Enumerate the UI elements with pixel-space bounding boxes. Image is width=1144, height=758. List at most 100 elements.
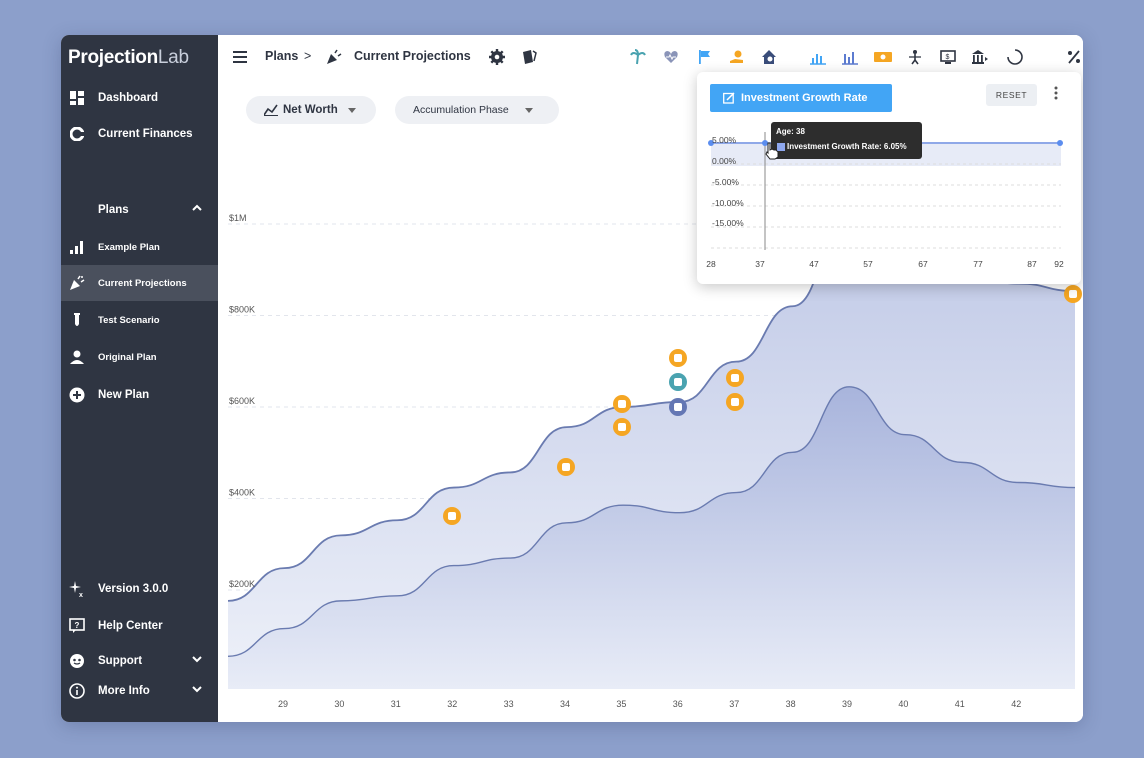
sidebar-item-more-info[interactable]: More Info (61, 673, 218, 709)
hand-cursor-icon (765, 142, 779, 165)
event-marker-icon[interactable] (443, 507, 461, 525)
breadcrumb-separator: > (304, 49, 312, 63)
popup-y-tick: -10.00% (712, 198, 744, 208)
dashboard-icon (69, 90, 85, 106)
sidebar-item-label: More Info (98, 685, 150, 697)
event-marker-icon[interactable] (613, 395, 631, 413)
money-hand-icon[interactable] (727, 47, 747, 67)
chart-up-icon[interactable] (808, 47, 828, 67)
heart-pulse-icon[interactable] (661, 47, 681, 67)
event-marker-icon[interactable] (613, 418, 631, 436)
chart-down-icon[interactable] (840, 47, 860, 67)
popup-x-tick: 92 (1054, 259, 1064, 269)
sidebar-item-current-finances[interactable]: Current Finances (61, 116, 218, 152)
sidebar-item-label: Original Plan (98, 351, 157, 363)
svg-text:?: ? (75, 621, 80, 630)
sidebar-item-version[interactable]: x Version 3.0.0 (61, 571, 218, 607)
event-marker-icon[interactable] (726, 369, 744, 387)
support-icon (69, 653, 85, 669)
sidebar-item-label: Dashboard (98, 92, 159, 104)
phase-select-label: Accumulation Phase (413, 104, 509, 116)
sidebar-item-label: New Plan (98, 389, 150, 401)
chevron-down-icon (192, 654, 202, 667)
chevron-up-icon (192, 203, 202, 216)
flag-icon[interactable] (694, 47, 714, 67)
plus-circle-icon (69, 387, 85, 403)
sidebar-item-example-plan[interactable]: Example Plan (61, 229, 218, 265)
logo-text-main: Projection (68, 47, 158, 68)
svg-text:x: x (79, 592, 83, 597)
gear-icon[interactable] (487, 47, 507, 67)
sidebar-item-test-scenario[interactable]: Test Scenario (61, 302, 218, 338)
popup-y-tick: 5.00% (712, 135, 737, 145)
person-icon (69, 349, 85, 365)
tooltip-rate: Investment Growth Rate: 6.05% (787, 142, 907, 151)
popup-x-tick: 37 (755, 259, 765, 269)
menu-icon[interactable] (230, 47, 250, 67)
palm-tree-icon[interactable] (628, 47, 648, 67)
bar-chart-icon (69, 239, 85, 255)
sidebar-item-label: Plans (98, 204, 129, 216)
sidebar-item-label: Test Scenario (98, 314, 160, 326)
popup-x-tick: 57 (863, 259, 873, 269)
percent-magic-icon[interactable] (1064, 47, 1083, 67)
popup-y-tick: -15.00% (712, 218, 744, 228)
loading-spinner-icon (1005, 47, 1025, 67)
event-marker-icon[interactable] (669, 349, 687, 367)
event-marker-icon[interactable] (1064, 285, 1082, 303)
party-popper-icon (324, 47, 344, 67)
sidebar-item-current-projections[interactable]: Current Projections (61, 265, 218, 301)
balance-person-icon[interactable] (905, 47, 925, 67)
popup-x-tick: 47 (809, 259, 819, 269)
svg-text:$: $ (946, 54, 950, 61)
house-search-icon[interactable] (759, 47, 779, 67)
metric-select-label: Net Worth (283, 104, 338, 116)
breadcrumb-plans[interactable]: Plans (265, 49, 298, 63)
popup-x-tick: 67 (918, 259, 928, 269)
metric-select[interactable]: Net Worth (246, 96, 376, 124)
tooltip-age: Age: 38 (776, 127, 805, 136)
party-popper-icon (69, 275, 85, 291)
sidebar-section-plans[interactable]: Plans (61, 192, 218, 228)
notes-icon[interactable] (519, 47, 539, 67)
bank-icon[interactable] (970, 47, 990, 67)
app-logo[interactable]: ProjectionLab (68, 47, 189, 69)
popup-x-tick: 28 (706, 259, 716, 269)
test-tube-icon (69, 312, 85, 328)
logo-text-light: Lab (157, 47, 189, 68)
popup-x-tick: 77 (973, 259, 983, 269)
app-window: ProjectionLab Dashboard Current Finances… (61, 35, 1083, 722)
finances-icon (69, 126, 85, 142)
sparkle-icon: x (69, 581, 85, 597)
sidebar-item-new-plan[interactable]: New Plan (61, 377, 218, 413)
phase-select[interactable]: Accumulation Phase (395, 96, 559, 124)
caret-down-icon (524, 107, 533, 113)
event-marker-icon[interactable] (669, 398, 687, 416)
sidebar-item-label: Support (98, 655, 143, 667)
event-marker-icon[interactable] (669, 373, 687, 391)
popup-y-tick: -5.00% (712, 177, 739, 187)
investment-growth-rate-popup: Investment Growth Rate RESET 5.00% 0.00%… (697, 72, 1081, 284)
chevron-down-icon (192, 684, 202, 697)
sidebar-item-help-center[interactable]: ? Help Center (61, 608, 218, 644)
sidebar-item-dashboard[interactable]: Dashboard (61, 80, 218, 116)
sidebar-item-label: Current Projections (98, 277, 187, 289)
growth-rate-mini-chart[interactable] (697, 72, 1081, 284)
event-marker-icon[interactable] (726, 393, 744, 411)
sidebar: ProjectionLab Dashboard Current Finances… (61, 35, 218, 722)
growth-rate-tooltip: Age: 38 Investment Growth Rate: 6.05% (771, 122, 922, 159)
event-marker-icon[interactable] (557, 458, 575, 476)
breadcrumb-current[interactable]: Current Projections (354, 49, 471, 63)
help-icon: ? (69, 618, 85, 634)
sidebar-item-label: Example Plan (98, 241, 160, 253)
sidebar-item-original-plan[interactable]: Original Plan (61, 339, 218, 375)
caret-down-icon (347, 107, 356, 113)
sidebar-item-label: Current Finances (98, 128, 193, 140)
sidebar-item-label: Help Center (98, 620, 163, 632)
info-icon (69, 683, 85, 699)
monitor-money-icon[interactable]: $ (938, 47, 958, 67)
cash-icon[interactable] (873, 47, 893, 67)
popup-y-tick: 0.00% (712, 156, 737, 166)
chart-line-icon (264, 104, 278, 116)
